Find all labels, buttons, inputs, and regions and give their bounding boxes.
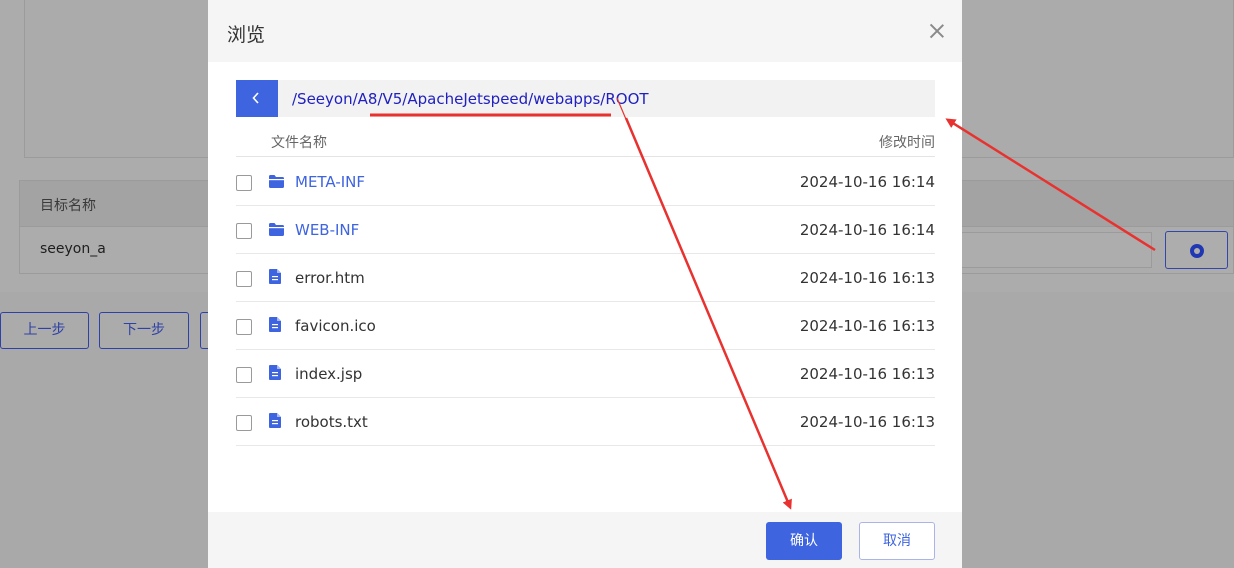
file-name: favicon.ico bbox=[295, 317, 376, 335]
file-row[interactable]: index.jsp 2024-10-16 16:13 bbox=[236, 350, 935, 398]
file-icon bbox=[269, 413, 281, 432]
file-modified-time: 2024-10-16 16:13 bbox=[799, 269, 935, 287]
target-name-value: seeyon_a bbox=[40, 241, 106, 257]
file-name[interactable]: WEB-INF bbox=[295, 221, 359, 239]
chevron-left-icon bbox=[252, 92, 259, 104]
file-name[interactable]: META-INF bbox=[295, 173, 365, 191]
file-icon bbox=[269, 365, 281, 384]
file-icon bbox=[269, 269, 281, 288]
file-name: index.jsp bbox=[295, 365, 363, 383]
row-checkbox[interactable] bbox=[236, 271, 252, 287]
file-icon bbox=[269, 317, 281, 336]
file-modified-time: 2024-10-16 16:14 bbox=[799, 173, 935, 191]
column-modified-time: 修改时间 bbox=[879, 135, 935, 151]
dialog-title: 浏览 bbox=[227, 24, 266, 46]
confirm-button[interactable]: 确认 bbox=[766, 522, 842, 560]
eye-icon bbox=[1190, 244, 1204, 258]
cancel-button[interactable]: 取消 bbox=[859, 522, 935, 560]
file-modified-time: 2024-10-16 16:13 bbox=[799, 413, 935, 431]
file-row[interactable]: favicon.ico 2024-10-16 16:13 bbox=[236, 302, 935, 350]
file-list-header: 文件名称 修改时间 bbox=[236, 124, 935, 157]
path-bar: /Seeyon/A8/V5/ApacheJetspeed/webapps/ROO… bbox=[236, 80, 935, 117]
row-checkbox[interactable] bbox=[236, 175, 252, 191]
row-checkbox[interactable] bbox=[236, 367, 252, 383]
file-modified-time: 2024-10-16 16:13 bbox=[799, 365, 935, 383]
close-icon[interactable] bbox=[928, 22, 946, 40]
file-name: error.htm bbox=[295, 269, 365, 287]
prev-step-button[interactable]: 上一步 bbox=[0, 312, 89, 349]
back-button[interactable] bbox=[236, 80, 278, 117]
row-checkbox[interactable] bbox=[236, 223, 252, 239]
file-row[interactable]: WEB-INF 2024-10-16 16:14 bbox=[236, 206, 935, 254]
file-modified-time: 2024-10-16 16:14 bbox=[799, 221, 935, 239]
dialog-header: 浏览 bbox=[208, 0, 962, 62]
browse-button[interactable] bbox=[1165, 231, 1228, 269]
target-name-header: 目标名称 bbox=[40, 198, 96, 214]
file-row[interactable]: META-INF 2024-10-16 16:14 bbox=[236, 158, 935, 206]
file-row[interactable]: robots.txt 2024-10-16 16:13 bbox=[236, 398, 935, 446]
file-modified-time: 2024-10-16 16:13 bbox=[799, 317, 935, 335]
dialog-footer: 确认 取消 bbox=[208, 512, 962, 568]
file-row[interactable]: error.htm 2024-10-16 16:13 bbox=[236, 254, 935, 302]
column-file-name: 文件名称 bbox=[271, 135, 327, 151]
folder-icon bbox=[269, 221, 284, 240]
folder-icon bbox=[269, 173, 284, 192]
current-path: /Seeyon/A8/V5/ApacheJetspeed/webapps/ROO… bbox=[292, 90, 649, 108]
browse-dialog: 浏览 /Seeyon/A8/V5/ApacheJetspeed/webapps/… bbox=[208, 0, 962, 568]
next-step-button[interactable]: 下一步 bbox=[99, 312, 189, 349]
row-checkbox[interactable] bbox=[236, 319, 252, 335]
path-input[interactable] bbox=[962, 232, 1152, 268]
row-checkbox[interactable] bbox=[236, 415, 252, 431]
file-name: robots.txt bbox=[295, 413, 368, 431]
